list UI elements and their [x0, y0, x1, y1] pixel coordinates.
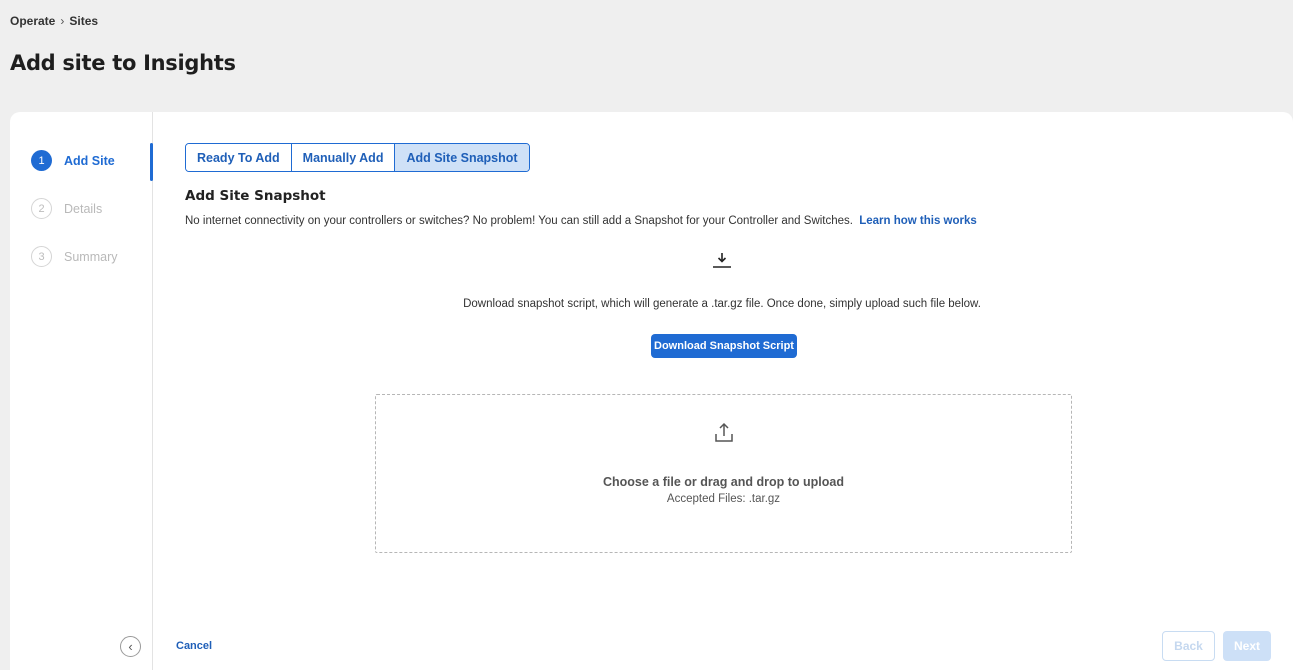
step-number: 2	[31, 198, 52, 219]
tab-add-site-snapshot[interactable]: Add Site Snapshot	[394, 144, 529, 171]
dropzone-title: Choose a file or drag and drop to upload	[603, 475, 844, 489]
next-button[interactable]: Next	[1223, 631, 1271, 661]
back-button[interactable]: Back	[1162, 631, 1215, 661]
tab-manually-add[interactable]: Manually Add	[290, 144, 395, 171]
step-details: 2 Details	[31, 198, 102, 219]
download-snapshot-script-button[interactable]: Download Snapshot Script	[651, 334, 797, 358]
section-title: Add Site Snapshot	[185, 188, 326, 204]
wizard-panel: 1 Add Site 2 Details 3 Summary ‹ Ready T…	[10, 112, 1293, 670]
learn-how-link[interactable]: Learn how this works	[859, 215, 977, 227]
breadcrumb-current: Sites	[69, 14, 99, 28]
download-instructions: Download snapshot script, which will gen…	[463, 298, 981, 310]
active-step-indicator	[150, 143, 153, 181]
step-label: Add Site	[64, 153, 115, 168]
cancel-button[interactable]: Cancel	[176, 640, 212, 652]
chevron-left-icon[interactable]: ‹	[120, 636, 141, 657]
breadcrumb: Operate › Sites	[10, 14, 98, 28]
step-number: 1	[31, 150, 52, 171]
file-dropzone[interactable]: Choose a file or drag and drop to upload…	[375, 394, 1072, 553]
tab-ready-to-add[interactable]: Ready To Add	[186, 144, 291, 171]
step-label: Summary	[64, 249, 118, 264]
step-summary: 3 Summary	[31, 246, 117, 267]
download-icon	[713, 253, 731, 268]
step-number: 3	[31, 246, 52, 267]
breadcrumb-parent-link[interactable]: Operate	[10, 14, 55, 28]
upload-icon	[715, 422, 733, 442]
page-title: Add site to Insights	[10, 51, 236, 75]
accepted-files-text: Accepted Files: .tar.gz	[666, 493, 781, 505]
add-method-tabs: Ready To Add Manually Add Add Site Snaps…	[185, 143, 530, 172]
snapshot-intro: No internet connectivity on your control…	[185, 215, 977, 227]
step-add-site[interactable]: 1 Add Site	[31, 150, 115, 171]
step-label: Details	[64, 201, 103, 216]
intro-text: No internet connectivity on your control…	[185, 215, 853, 227]
breadcrumb-separator-icon: ›	[60, 14, 65, 28]
wizard-steps-sidebar: 1 Add Site 2 Details 3 Summary ‹	[10, 112, 153, 670]
